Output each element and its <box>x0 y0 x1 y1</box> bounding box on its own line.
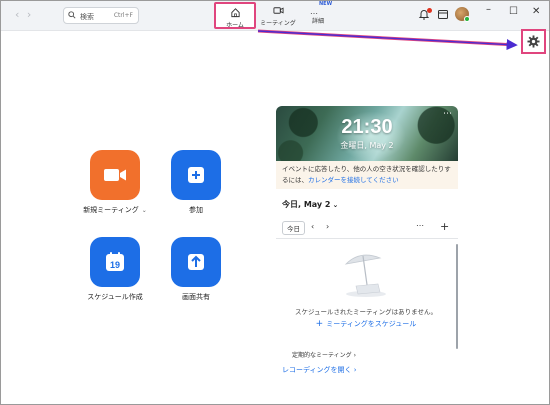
schedule-label: スケジュール作成 <box>87 293 143 301</box>
today-button[interactable]: 今日 <box>282 221 305 235</box>
clock-time: 21:30 <box>341 116 393 138</box>
chevron-right-icon: › <box>353 352 356 359</box>
more-options-icon[interactable]: ⋯ <box>416 221 424 230</box>
connect-calendar-link[interactable]: カレンダーを接続してください <box>308 176 399 184</box>
maximize-button[interactable]: ☐ <box>509 6 518 17</box>
minimize-button[interactable]: – <box>486 4 491 15</box>
calendar-day-number: 19 <box>110 260 120 270</box>
tab-home[interactable]: ホーム <box>214 2 256 29</box>
back-forward-icons[interactable]: ‹ › <box>15 8 33 21</box>
new-meeting-text: 新規ミーティング <box>83 206 139 214</box>
schedule-button[interactable]: 19 <box>90 237 140 287</box>
online-status-dot <box>464 16 470 22</box>
share-screen-label: 画面共有 <box>182 293 210 301</box>
join-button[interactable] <box>171 150 221 200</box>
meeting-icon <box>272 7 284 14</box>
close-button[interactable]: ✕ <box>532 6 540 17</box>
new-badge: NEW <box>319 1 333 7</box>
plus-icon <box>188 167 204 183</box>
today-date-selector[interactable]: 今日, May 2 ⌄ <box>282 199 338 210</box>
search-box[interactable]: 検索 Ctrl+F <box>63 7 139 24</box>
recurring-meetings-label: 定期的なミーティング <box>292 352 352 359</box>
window-frame <box>0 0 550 405</box>
new-meeting-label: 新規ミーティング ⌄ <box>75 205 155 215</box>
connect-calendar-notice: イベントに応答したり、他の人の空き状況を確認したりするには、カレンダーを接続して… <box>276 161 458 189</box>
schedule-meeting-link[interactable]: + ミーティングをスケジュール <box>276 319 456 329</box>
today-date-label: 今日, May 2 <box>282 200 331 209</box>
chevron-right-icon: › <box>353 366 357 374</box>
calendar-banner: 21:30 金曜日, May 2 ⋯ <box>276 106 458 161</box>
share-screen-button[interactable] <box>171 237 221 287</box>
chevron-down-icon: ⌄ <box>332 201 339 209</box>
add-event-icon[interactable]: + <box>440 220 449 233</box>
search-shortcut: Ctrl+F <box>113 12 133 19</box>
no-meetings-message: スケジュールされたミーティングはありません。 <box>295 308 437 316</box>
calendar-19-icon: 19 <box>106 252 124 271</box>
search-label: 検索 <box>80 13 94 21</box>
join-label: 参加 <box>189 206 203 214</box>
video-camera-icon <box>104 169 126 181</box>
calendar-toolbar: 今日 ‹ › ⋯ + <box>282 220 452 235</box>
beach-umbrella-icon <box>344 254 386 297</box>
more-dots-icon: … <box>310 7 319 16</box>
chevron-left-icon[interactable]: ‹ <box>311 222 314 231</box>
schedule-meeting-text: ミーティングをスケジュール <box>326 320 417 328</box>
search-icon <box>68 11 76 19</box>
divider <box>276 238 458 239</box>
home-icon <box>230 8 240 18</box>
tab-meeting[interactable]: ミーティング <box>258 2 298 30</box>
calendar-panel: 21:30 金曜日, May 2 ⋯ イベントに応答したり、他の人の空き状況を確… <box>276 106 458 374</box>
clock-date: 金曜日, May 2 <box>340 141 394 150</box>
tab-meeting-label: ミーティング <box>260 20 296 27</box>
open-recordings-text: レコーディングを開く <box>282 366 352 374</box>
banner-more-icon[interactable]: ⋯ <box>443 109 452 119</box>
tab-details-label: 詳細 <box>311 18 324 25</box>
recurring-meetings-toggle[interactable]: 定期的なミーティング › <box>292 350 356 359</box>
notification-dot <box>427 8 432 13</box>
settings-gear-icon[interactable] <box>527 35 540 48</box>
chevron-right-icon[interactable]: › <box>326 222 329 231</box>
open-recordings-link[interactable]: レコーディングを開く › <box>282 365 357 375</box>
scrollbar[interactable] <box>456 244 458 349</box>
tab-home-label: ホーム <box>226 22 244 29</box>
new-meeting-button[interactable] <box>90 150 140 200</box>
plus-icon: + <box>315 319 324 329</box>
calendar-icon[interactable] <box>437 8 449 20</box>
chevron-down-icon[interactable]: ⌄ <box>142 207 147 214</box>
share-screen-icon <box>188 254 204 270</box>
